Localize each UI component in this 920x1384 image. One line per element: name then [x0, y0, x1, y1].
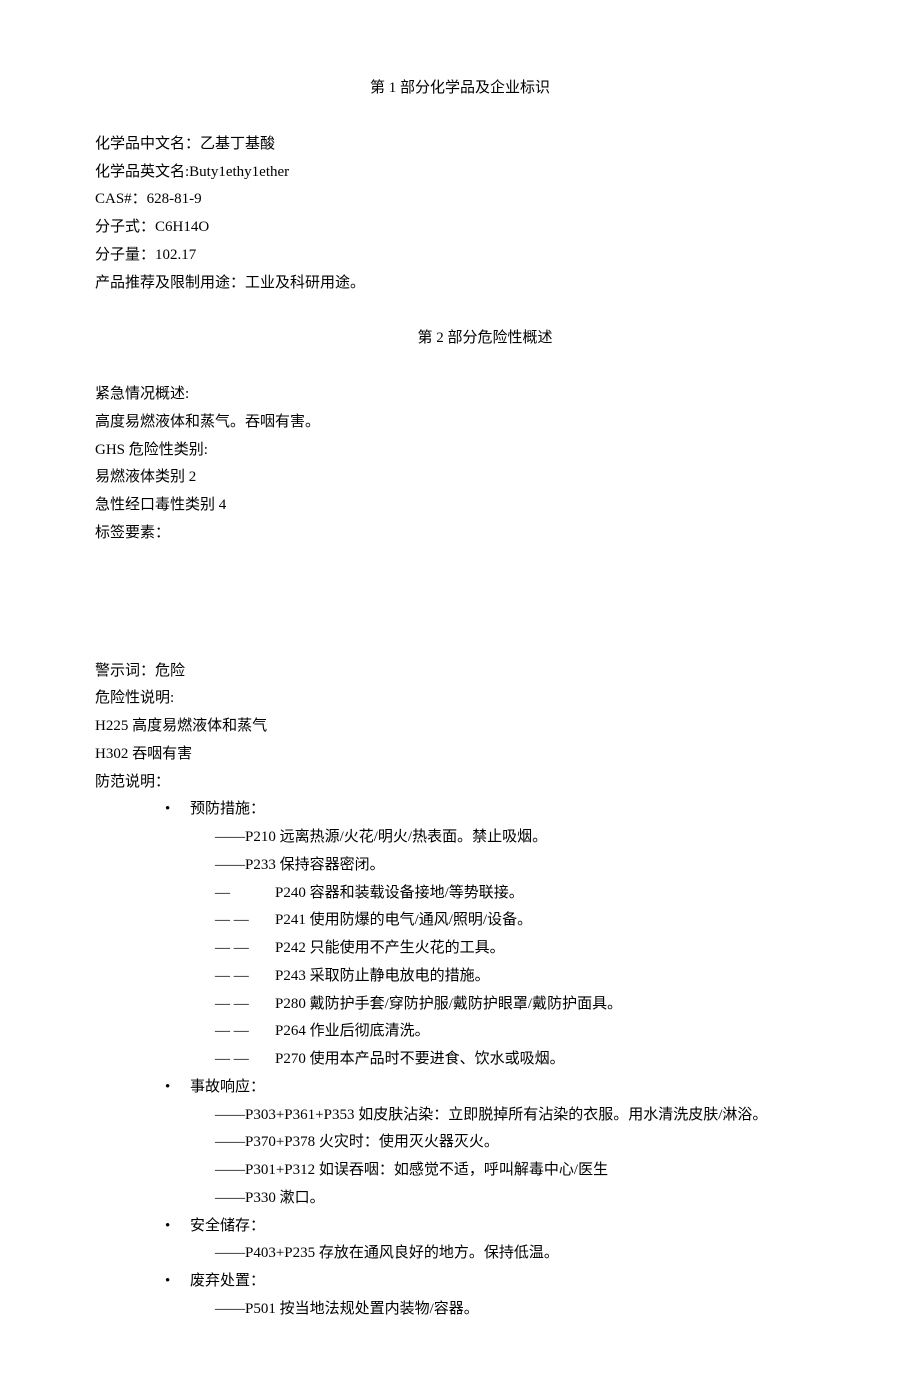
item-prefix: — — [215, 907, 275, 935]
category-disposal: 废弃处置： [95, 1268, 825, 1296]
category-prevention-label: 预防措施： [190, 801, 265, 817]
prevention-item: — —P243 采取防止静电放电的措施。 [95, 963, 825, 991]
prevention-item: — —P280 戴防护手套/穿防护服/戴防护眼罩/戴防护面具。 [95, 991, 825, 1019]
storage-item: ——P403+P235 存放在通风良好的地方。保持低温。 [95, 1240, 825, 1268]
item-text: P301+P312 如误吞咽：如感觉不适，呼叫解毒中心/医生 [245, 1162, 608, 1178]
product-use: 产品推荐及限制用途：工业及科研用途。 [95, 270, 825, 298]
molecular-weight: 分子量：102.17 [95, 242, 825, 270]
ghs-class-2: 急性经口毒性类别 4 [95, 492, 825, 520]
item-prefix: —— [215, 1107, 245, 1123]
tag-element-label: 标签要素： [95, 520, 825, 548]
item-text: P242 只能使用不产生火花的工具。 [275, 940, 505, 956]
response-item: ——P330 漱口。 [95, 1185, 825, 1213]
prevention-item: — —P241 使用防爆的电气/通风/照明/设备。 [95, 907, 825, 935]
category-prevention: 预防措施： [95, 796, 825, 824]
item-prefix: —— [215, 1134, 245, 1150]
ghs-class-1: 易燃液体类别 2 [95, 464, 825, 492]
item-prefix: —— [215, 829, 245, 845]
chemical-name-cn: 化学品中文名：乙基丁基酸 [95, 131, 825, 159]
item-text: P264 作业后彻底清洗。 [275, 1023, 430, 1039]
item-prefix: — — [215, 1018, 275, 1046]
response-item: ——P370+P378 火灾时：使用灭火器灭火。 [95, 1129, 825, 1157]
section-1-title: 第 1 部分化学品及企业标识 [95, 75, 825, 103]
category-response-label: 事故响应： [190, 1079, 265, 1095]
item-text: P403+P235 存放在通风良好的地方。保持低温。 [245, 1245, 559, 1261]
item-prefix: —— [215, 1245, 245, 1261]
item-prefix: — [215, 880, 275, 908]
prevention-item: — —P270 使用本产品时不要进食、饮水或吸烟。 [95, 1046, 825, 1074]
item-prefix: — — [215, 991, 275, 1019]
section-2-title: 第 2 部分危险性概述 [95, 325, 825, 353]
item-text: P240 容器和装载设备接地/等势联接。 [275, 885, 524, 901]
item-prefix: — — [215, 1046, 275, 1074]
prevention-item: — —P242 只能使用不产生火花的工具。 [95, 935, 825, 963]
chemical-name-en: 化学品英文名:Buty1ethy1ether [95, 159, 825, 187]
disposal-item: ——P501 按当地法规处置内装物/容器。 [95, 1296, 825, 1324]
hazard-h225: H225 高度易燃液体和蒸气 [95, 713, 825, 741]
item-text: P370+P378 火灾时：使用灭火器灭火。 [245, 1134, 499, 1150]
item-text: P270 使用本产品时不要进食、饮水或吸烟。 [275, 1051, 565, 1067]
prevention-item: —P240 容器和装载设备接地/等势联接。 [95, 880, 825, 908]
item-text: P243 采取防止静电放电的措施。 [275, 968, 490, 984]
prevention-item: — —P264 作业后彻底清洗。 [95, 1018, 825, 1046]
precaution-label: 防范说明： [95, 769, 825, 797]
ghs-label: GHS 危险性类别: [95, 437, 825, 465]
response-item: ——P303+P361+P353 如皮肤沾染：立即脱掉所有沾染的衣服。用水清洗皮… [95, 1102, 825, 1130]
item-text: P210 远离热源/火花/明火/热表面。禁止吸烟。 [245, 829, 547, 845]
item-text: P280 戴防护手套/穿防护服/戴防护眼罩/戴防护面具。 [275, 996, 622, 1012]
item-prefix: —— [215, 857, 245, 873]
cas-number: CAS#：628-81-9 [95, 186, 825, 214]
hazard-statement-label: 危险性说明: [95, 685, 825, 713]
item-prefix: —— [215, 1190, 245, 1206]
category-storage: 安全储存： [95, 1213, 825, 1241]
item-prefix: —— [215, 1301, 245, 1317]
item-text: P330 漱口。 [245, 1190, 325, 1206]
emergency-text: 高度易燃液体和蒸气。吞咽有害。 [95, 409, 825, 437]
item-prefix: — — [215, 963, 275, 991]
item-text: P303+P361+P353 如皮肤沾染：立即脱掉所有沾染的衣服。用水清洗皮肤/… [245, 1107, 767, 1123]
category-disposal-label: 废弃处置： [190, 1273, 265, 1289]
signal-word: 警示词：危险 [95, 658, 825, 686]
molecular-formula: 分子式：C6H14O [95, 214, 825, 242]
item-prefix: —— [215, 1162, 245, 1178]
hazard-h302: H302 吞咽有害 [95, 741, 825, 769]
prevention-item: ——P233 保持容器密闭。 [95, 852, 825, 880]
item-text: P241 使用防爆的电气/通风/照明/设备。 [275, 912, 532, 928]
item-prefix: — — [215, 935, 275, 963]
prevention-item: ——P210 远离热源/火花/明火/热表面。禁止吸烟。 [95, 824, 825, 852]
category-response: 事故响应： [95, 1074, 825, 1102]
item-text: P501 按当地法规处置内装物/容器。 [245, 1301, 479, 1317]
emergency-label: 紧急情况概述: [95, 381, 825, 409]
response-item: ——P301+P312 如误吞咽：如感觉不适，呼叫解毒中心/医生 [95, 1157, 825, 1185]
category-storage-label: 安全储存： [190, 1218, 265, 1234]
item-text: P233 保持容器密闭。 [245, 857, 385, 873]
